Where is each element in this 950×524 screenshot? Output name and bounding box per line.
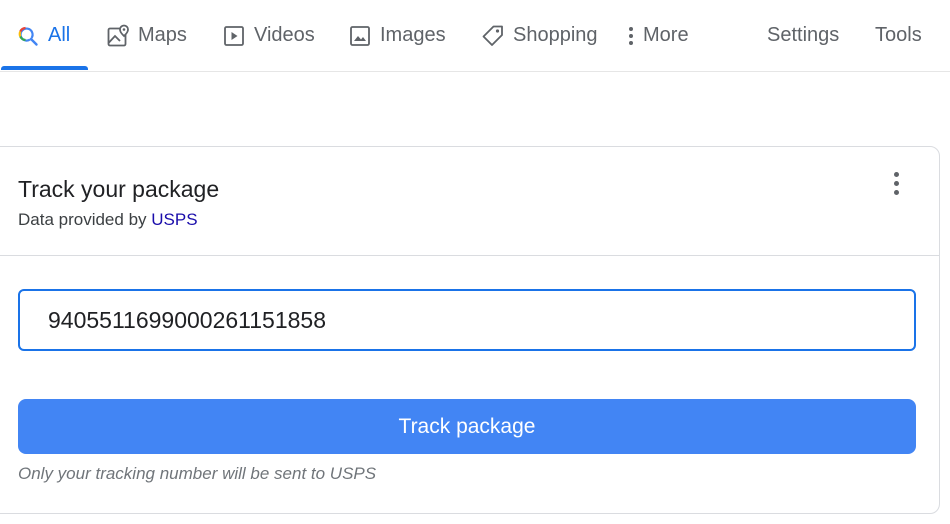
tab-maps-label: Maps — [138, 24, 187, 46]
track-package-button[interactable]: Track package — [18, 399, 916, 454]
tab-videos[interactable]: Videos — [222, 0, 315, 71]
card-title: Track your package — [18, 176, 220, 202]
tab-more-label: More — [643, 24, 689, 46]
more-vert-icon — [623, 24, 639, 48]
tab-images[interactable]: Images — [348, 0, 446, 71]
tab-tools-label: Tools — [875, 24, 922, 46]
tab-videos-label: Videos — [254, 24, 315, 46]
videos-icon — [222, 24, 246, 48]
data-source-prefix: Data provided by — [18, 210, 147, 229]
maps-icon — [106, 24, 130, 48]
tab-all[interactable]: All — [16, 0, 70, 71]
card-data-source: Data provided by USPS — [18, 210, 198, 230]
privacy-note: Only your tracking number will be sent t… — [18, 464, 377, 483]
tab-images-label: Images — [380, 24, 446, 46]
tab-settings-label: Settings — [767, 24, 840, 46]
tab-shopping[interactable]: Shopping — [481, 0, 598, 71]
tab-shopping-label: Shopping — [513, 24, 598, 46]
images-icon — [348, 24, 372, 48]
tab-tools[interactable]: Tools — [875, 0, 922, 71]
provider-link[interactable]: USPS — [151, 210, 197, 229]
search-icon — [16, 24, 40, 48]
tab-settings[interactable]: Settings — [767, 0, 839, 71]
tracking-number-input[interactable] — [18, 289, 916, 351]
package-tracking-card: Track your package Data provided by USPS… — [0, 146, 940, 514]
tab-all-label: All — [48, 24, 71, 46]
card-divider — [0, 255, 939, 256]
shopping-tag-icon — [481, 24, 505, 48]
tab-more[interactable]: More — [623, 0, 689, 71]
tab-maps[interactable]: Maps — [106, 0, 187, 71]
card-menu-icon[interactable] — [884, 167, 908, 199]
search-tabs-bar: All Maps Videos Images Shopping More Set… — [0, 0, 950, 72]
active-tab-indicator — [1, 66, 88, 70]
